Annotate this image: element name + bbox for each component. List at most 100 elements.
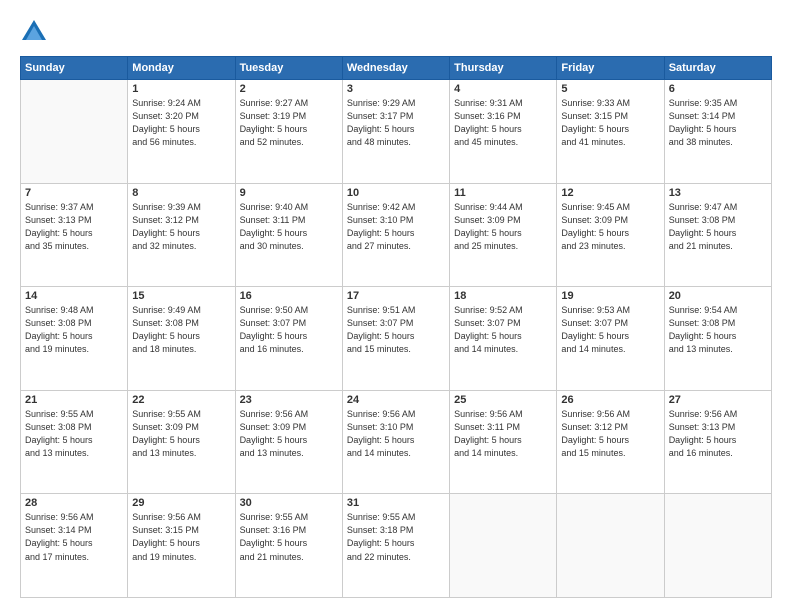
day-info: Sunrise: 9:53 AM Sunset: 3:07 PM Dayligh… bbox=[561, 304, 659, 356]
day-number: 25 bbox=[454, 394, 552, 406]
day-number: 22 bbox=[132, 394, 230, 406]
calendar-cell: 31 Sunrise: 9:55 AM Sunset: 3:18 PM Dayli… bbox=[342, 494, 449, 598]
day-header-thursday: Thursday bbox=[450, 57, 557, 80]
calendar-cell bbox=[557, 494, 664, 598]
day-info: Sunrise: 9:42 AM Sunset: 3:10 PM Dayligh… bbox=[347, 201, 445, 253]
calendar-table: SundayMondayTuesdayWednesdayThursdayFrid… bbox=[20, 56, 772, 598]
day-number: 10 bbox=[347, 187, 445, 199]
day-number: 24 bbox=[347, 394, 445, 406]
day-number: 27 bbox=[669, 394, 767, 406]
day-number: 30 bbox=[240, 497, 338, 509]
logo-icon bbox=[20, 18, 48, 46]
day-number: 13 bbox=[669, 187, 767, 199]
calendar-cell: 2 Sunrise: 9:27 AM Sunset: 3:19 PM Daylig… bbox=[235, 80, 342, 184]
day-info: Sunrise: 9:56 AM Sunset: 3:13 PM Dayligh… bbox=[669, 408, 767, 460]
day-info: Sunrise: 9:49 AM Sunset: 3:08 PM Dayligh… bbox=[132, 304, 230, 356]
calendar-cell: 19Sunrise: 9:53 AM Sunset: 3:07 PM Dayli… bbox=[557, 287, 664, 391]
day-info: Sunrise: 9:51 AM Sunset: 3:07 PM Dayligh… bbox=[347, 304, 445, 356]
day-info: Sunrise: 9:47 AM Sunset: 3:08 PM Dayligh… bbox=[669, 201, 767, 253]
day-info: Sunrise: 9:52 AM Sunset: 3:07 PM Dayligh… bbox=[454, 304, 552, 356]
day-info: Sunrise: 9:56 AM Sunset: 3:14 PM Dayligh… bbox=[25, 511, 123, 563]
calendar-cell: 22 Sunrise: 9:55 AM Sunset: 3:09 PM Dayli… bbox=[128, 390, 235, 494]
day-info: Sunrise: 9:39 AM Sunset: 3:12 PM Dayligh… bbox=[132, 201, 230, 253]
day-number: 23 bbox=[240, 394, 338, 406]
day-info: Sunrise: 9:27 AM Sunset: 3:19 PM Dayligh… bbox=[240, 97, 338, 149]
day-header-friday: Friday bbox=[557, 57, 664, 80]
day-number: 29 bbox=[132, 497, 230, 509]
calendar-cell: 13 Sunrise: 9:47 AM Sunset: 3:08 PM Dayli… bbox=[664, 183, 771, 287]
day-number: 21 bbox=[25, 394, 123, 406]
day-number: 18 bbox=[454, 290, 552, 302]
calendar-cell bbox=[450, 494, 557, 598]
calendar-cell: 8 Sunrise: 9:39 AM Sunset: 3:12 PM Daylig… bbox=[128, 183, 235, 287]
calendar-cell: 23 Sunrise: 9:56 AM Sunset: 3:09 PM Dayli… bbox=[235, 390, 342, 494]
calendar-cell bbox=[664, 494, 771, 598]
calendar-cell: 12 Sunrise: 9:45 AM Sunset: 3:09 PM Dayli… bbox=[557, 183, 664, 287]
calendar-week-row: 14 Sunrise: 9:48 AM Sunset: 3:08 PM Dayli… bbox=[21, 287, 772, 391]
calendar-week-row: 7Sunrise: 9:37 AM Sunset: 3:13 PM Daylig… bbox=[21, 183, 772, 287]
day-info: Sunrise: 9:55 AM Sunset: 3:16 PM Dayligh… bbox=[240, 511, 338, 563]
day-info: Sunrise: 9:55 AM Sunset: 3:08 PM Dayligh… bbox=[25, 408, 123, 460]
calendar-cell: 10 Sunrise: 9:42 AM Sunset: 3:10 PM Dayli… bbox=[342, 183, 449, 287]
calendar-cell: 25 Sunrise: 9:56 AM Sunset: 3:11 PM Dayli… bbox=[450, 390, 557, 494]
day-info: Sunrise: 9:56 AM Sunset: 3:12 PM Dayligh… bbox=[561, 408, 659, 460]
day-header-wednesday: Wednesday bbox=[342, 57, 449, 80]
calendar-week-row: 1 Sunrise: 9:24 AM Sunset: 3:20 PM Daylig… bbox=[21, 80, 772, 184]
header bbox=[20, 18, 772, 46]
day-number: 8 bbox=[132, 187, 230, 199]
day-number: 16 bbox=[240, 290, 338, 302]
day-info: Sunrise: 9:33 AM Sunset: 3:15 PM Dayligh… bbox=[561, 97, 659, 149]
day-number: 4 bbox=[454, 83, 552, 95]
day-header-sunday: Sunday bbox=[21, 57, 128, 80]
calendar-cell: 28 Sunrise: 9:56 AM Sunset: 3:14 PM Dayli… bbox=[21, 494, 128, 598]
day-number: 15 bbox=[132, 290, 230, 302]
day-info: Sunrise: 9:35 AM Sunset: 3:14 PM Dayligh… bbox=[669, 97, 767, 149]
day-info: Sunrise: 9:56 AM Sunset: 3:15 PM Dayligh… bbox=[132, 511, 230, 563]
calendar-cell: 6 Sunrise: 9:35 AM Sunset: 3:14 PM Daylig… bbox=[664, 80, 771, 184]
day-info: Sunrise: 9:56 AM Sunset: 3:11 PM Dayligh… bbox=[454, 408, 552, 460]
day-info: Sunrise: 9:48 AM Sunset: 3:08 PM Dayligh… bbox=[25, 304, 123, 356]
calendar-cell: 27 Sunrise: 9:56 AM Sunset: 3:13 PM Dayli… bbox=[664, 390, 771, 494]
day-number: 9 bbox=[240, 187, 338, 199]
calendar-cell: 1 Sunrise: 9:24 AM Sunset: 3:20 PM Daylig… bbox=[128, 80, 235, 184]
day-number: 1 bbox=[132, 83, 230, 95]
day-number: 6 bbox=[669, 83, 767, 95]
day-number: 14 bbox=[25, 290, 123, 302]
day-info: Sunrise: 9:50 AM Sunset: 3:07 PM Dayligh… bbox=[240, 304, 338, 356]
calendar-cell: 16 Sunrise: 9:50 AM Sunset: 3:07 PM Dayli… bbox=[235, 287, 342, 391]
calendar-cell: 11Sunrise: 9:44 AM Sunset: 3:09 PM Dayli… bbox=[450, 183, 557, 287]
day-info: Sunrise: 9:56 AM Sunset: 3:09 PM Dayligh… bbox=[240, 408, 338, 460]
calendar-cell: 29 Sunrise: 9:56 AM Sunset: 3:15 PM Dayli… bbox=[128, 494, 235, 598]
day-number: 28 bbox=[25, 497, 123, 509]
calendar-header-row: SundayMondayTuesdayWednesdayThursdayFrid… bbox=[21, 57, 772, 80]
calendar-week-row: 21 Sunrise: 9:55 AM Sunset: 3:08 PM Dayli… bbox=[21, 390, 772, 494]
calendar-cell: 21 Sunrise: 9:55 AM Sunset: 3:08 PM Dayli… bbox=[21, 390, 128, 494]
day-number: 17 bbox=[347, 290, 445, 302]
day-number: 12 bbox=[561, 187, 659, 199]
calendar-cell: 5 Sunrise: 9:33 AM Sunset: 3:15 PM Daylig… bbox=[557, 80, 664, 184]
calendar-cell: 9Sunrise: 9:40 AM Sunset: 3:11 PM Daylig… bbox=[235, 183, 342, 287]
calendar-cell: 18 Sunrise: 9:52 AM Sunset: 3:07 PM Dayli… bbox=[450, 287, 557, 391]
day-number: 3 bbox=[347, 83, 445, 95]
day-number: 31 bbox=[347, 497, 445, 509]
day-number: 20 bbox=[669, 290, 767, 302]
day-info: Sunrise: 9:24 AM Sunset: 3:20 PM Dayligh… bbox=[132, 97, 230, 149]
calendar-cell: 20Sunrise: 9:54 AM Sunset: 3:08 PM Dayli… bbox=[664, 287, 771, 391]
logo bbox=[20, 18, 52, 46]
day-info: Sunrise: 9:29 AM Sunset: 3:17 PM Dayligh… bbox=[347, 97, 445, 149]
calendar-cell: 3 Sunrise: 9:29 AM Sunset: 3:17 PM Daylig… bbox=[342, 80, 449, 184]
calendar-cell: 14 Sunrise: 9:48 AM Sunset: 3:08 PM Dayli… bbox=[21, 287, 128, 391]
day-number: 5 bbox=[561, 83, 659, 95]
day-number: 11 bbox=[454, 187, 552, 199]
calendar-cell: 15 Sunrise: 9:49 AM Sunset: 3:08 PM Dayli… bbox=[128, 287, 235, 391]
day-number: 2 bbox=[240, 83, 338, 95]
day-info: Sunrise: 9:55 AM Sunset: 3:18 PM Dayligh… bbox=[347, 511, 445, 563]
day-info: Sunrise: 9:56 AM Sunset: 3:10 PM Dayligh… bbox=[347, 408, 445, 460]
day-info: Sunrise: 9:31 AM Sunset: 3:16 PM Dayligh… bbox=[454, 97, 552, 149]
day-header-saturday: Saturday bbox=[664, 57, 771, 80]
day-number: 26 bbox=[561, 394, 659, 406]
day-info: Sunrise: 9:55 AM Sunset: 3:09 PM Dayligh… bbox=[132, 408, 230, 460]
calendar-cell: 4 Sunrise: 9:31 AM Sunset: 3:16 PM Daylig… bbox=[450, 80, 557, 184]
day-info: Sunrise: 9:45 AM Sunset: 3:09 PM Dayligh… bbox=[561, 201, 659, 253]
calendar-week-row: 28 Sunrise: 9:56 AM Sunset: 3:14 PM Dayli… bbox=[21, 494, 772, 598]
